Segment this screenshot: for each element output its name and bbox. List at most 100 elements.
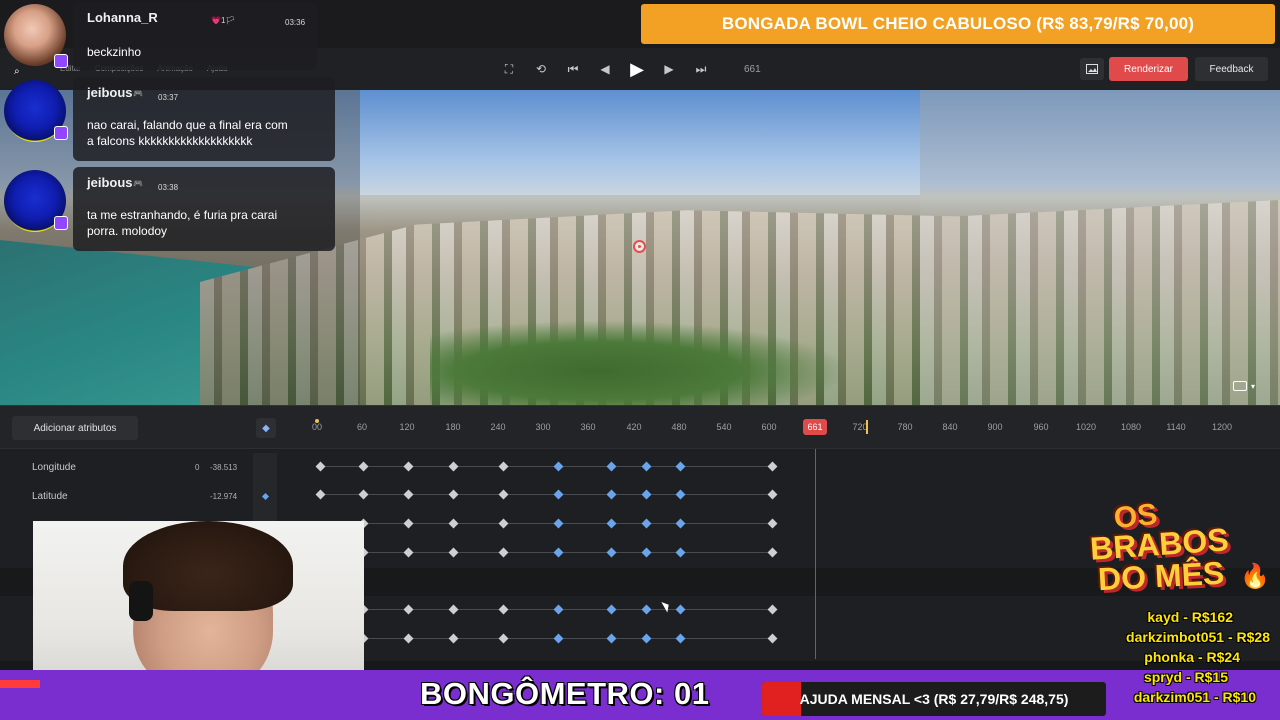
keyframe-icon[interactable] bbox=[767, 633, 778, 644]
search-icon[interactable]: ⌕ bbox=[14, 66, 26, 78]
keyframe-icon[interactable] bbox=[403, 461, 414, 472]
tick-label: 00 bbox=[311, 422, 323, 432]
play-icon[interactable]: ▶ bbox=[628, 58, 646, 80]
render-frame-sky bbox=[360, 90, 920, 195]
keyframe-icon[interactable] bbox=[553, 518, 564, 529]
bongometro-counter: BONGÔMETRO: 01 bbox=[420, 676, 710, 711]
fullscreen-icon[interactable]: ⛶ bbox=[500, 58, 518, 80]
playhead-frame[interactable]: 661 bbox=[803, 419, 827, 435]
track-value[interactable]: 0 bbox=[195, 463, 199, 472]
keyframe-icon[interactable] bbox=[675, 633, 686, 644]
keyframe-icon[interactable] bbox=[498, 547, 509, 558]
loop-icon[interactable]: ⟲ bbox=[532, 58, 550, 80]
keyframe-icon[interactable] bbox=[448, 461, 459, 472]
keyframe-icon[interactable] bbox=[675, 489, 686, 500]
keyframe-icon[interactable] bbox=[641, 547, 652, 558]
keyframe-icon[interactable] bbox=[315, 461, 326, 472]
keyframe-icon[interactable] bbox=[675, 518, 686, 529]
add-attributes-button[interactable]: Adicionar atributos bbox=[12, 416, 138, 440]
keyframe-toggle-icon[interactable] bbox=[261, 492, 270, 501]
donor-entry: kayd - R$162 bbox=[1147, 609, 1233, 625]
keyframe-icon[interactable] bbox=[448, 633, 459, 644]
playhead-line bbox=[815, 449, 816, 659]
keyframe-icon[interactable] bbox=[641, 604, 652, 615]
tick-label: 300 bbox=[535, 422, 551, 432]
keyframe-icon[interactable] bbox=[403, 633, 414, 644]
keyframe-icon[interactable] bbox=[767, 489, 778, 500]
chat-text: a falcons kkkkkkkkkkkkkkkkkkk bbox=[87, 134, 253, 148]
keyframe-icon[interactable] bbox=[448, 518, 459, 529]
keyframe-icon[interactable] bbox=[641, 633, 652, 644]
keyframe-icon[interactable] bbox=[403, 604, 414, 615]
keyframe-icon[interactable] bbox=[641, 489, 652, 500]
keyframe-icon[interactable] bbox=[358, 489, 369, 500]
keyframe-nav-icon[interactable]: ◆ bbox=[256, 418, 276, 438]
keyframe-icon[interactable] bbox=[767, 604, 778, 615]
skip-start-icon[interactable]: ⏮ bbox=[564, 58, 582, 80]
keyframe-icon[interactable] bbox=[606, 461, 617, 472]
keyframe-icon[interactable] bbox=[403, 489, 414, 500]
keyframe-icon[interactable] bbox=[767, 547, 778, 558]
twitch-icon bbox=[54, 216, 68, 230]
timeline-ruler[interactable]: 00 60 120 180 240 300 360 420 480 540 60… bbox=[300, 406, 1240, 449]
greenery-area bbox=[430, 320, 850, 405]
render-button[interactable]: Renderizar bbox=[1109, 57, 1188, 81]
chat-text: porra. molodoy bbox=[87, 224, 168, 238]
keyframe-icon[interactable] bbox=[403, 518, 414, 529]
track-value[interactable]: -38.513 bbox=[210, 463, 237, 472]
keyframe-icon[interactable] bbox=[553, 604, 564, 615]
keyframe-icon[interactable] bbox=[498, 518, 509, 529]
keyframe-icon[interactable] bbox=[767, 461, 778, 472]
keyframe-icon[interactable] bbox=[358, 461, 369, 472]
step-forward-icon[interactable]: ▶ bbox=[660, 58, 678, 80]
keyframe-icon[interactable] bbox=[606, 547, 617, 558]
keyframe-icon[interactable] bbox=[767, 518, 778, 529]
track-label-longitude: Longitude bbox=[32, 462, 76, 473]
keyframe-icon[interactable] bbox=[675, 547, 686, 558]
keyframe-icon[interactable] bbox=[498, 461, 509, 472]
tick-label: 1140 bbox=[1166, 422, 1186, 432]
keyframe-icon[interactable] bbox=[498, 489, 509, 500]
keyframe-icon[interactable] bbox=[606, 633, 617, 644]
keyframe-icon[interactable] bbox=[553, 461, 564, 472]
keyframe-icon[interactable] bbox=[498, 604, 509, 615]
chat-username: jeibous bbox=[87, 175, 133, 190]
tick-label: 120 bbox=[399, 422, 415, 432]
keyframe-icon[interactable] bbox=[606, 518, 617, 529]
keyframe-icon[interactable] bbox=[675, 461, 686, 472]
keyframe-icon[interactable] bbox=[641, 461, 652, 472]
track-value[interactable]: -12.974 bbox=[210, 492, 237, 501]
tick-label: 840 bbox=[942, 422, 958, 432]
track-row[interactable] bbox=[305, 453, 1240, 481]
keyframe-icon[interactable] bbox=[641, 518, 652, 529]
keyframe-icon[interactable] bbox=[553, 547, 564, 558]
keyframe-icon[interactable] bbox=[448, 547, 459, 558]
feedback-button[interactable]: Feedback bbox=[1195, 57, 1268, 81]
twitch-icon bbox=[54, 54, 68, 68]
keyframe-icon[interactable] bbox=[606, 604, 617, 615]
image-icon[interactable] bbox=[1080, 58, 1104, 80]
aspect-ratio-icon[interactable]: ▾ bbox=[1233, 377, 1265, 395]
bar-stripe bbox=[0, 680, 40, 688]
keyframe-icon[interactable] bbox=[448, 604, 459, 615]
tick-label: 420 bbox=[626, 422, 642, 432]
end-marker[interactable] bbox=[866, 420, 868, 434]
keyframe-icon[interactable] bbox=[553, 633, 564, 644]
keyframe-icon[interactable] bbox=[315, 489, 326, 500]
tick-label: 540 bbox=[716, 422, 732, 432]
start-marker[interactable] bbox=[315, 419, 319, 423]
chat-message: jeibous 🎮 03:37 nao carai, falando que a… bbox=[73, 77, 335, 161]
skip-end-icon[interactable]: ⏭ bbox=[692, 58, 710, 80]
keyframe-icon[interactable] bbox=[606, 489, 617, 500]
keyframe-icon[interactable] bbox=[498, 633, 509, 644]
keyframe-icon[interactable] bbox=[553, 489, 564, 500]
track-label-latitude: Latitude bbox=[32, 491, 68, 502]
keyframe-icon[interactable] bbox=[675, 604, 686, 615]
keyframe-icon[interactable] bbox=[403, 547, 414, 558]
location-target-icon[interactable] bbox=[633, 240, 646, 253]
track-row[interactable] bbox=[305, 625, 1240, 653]
keyframe-icon[interactable] bbox=[448, 489, 459, 500]
step-back-icon[interactable]: ◀ bbox=[596, 58, 614, 80]
tick-label: 780 bbox=[897, 422, 913, 432]
logo-line: DO MÊS bbox=[1097, 554, 1226, 598]
